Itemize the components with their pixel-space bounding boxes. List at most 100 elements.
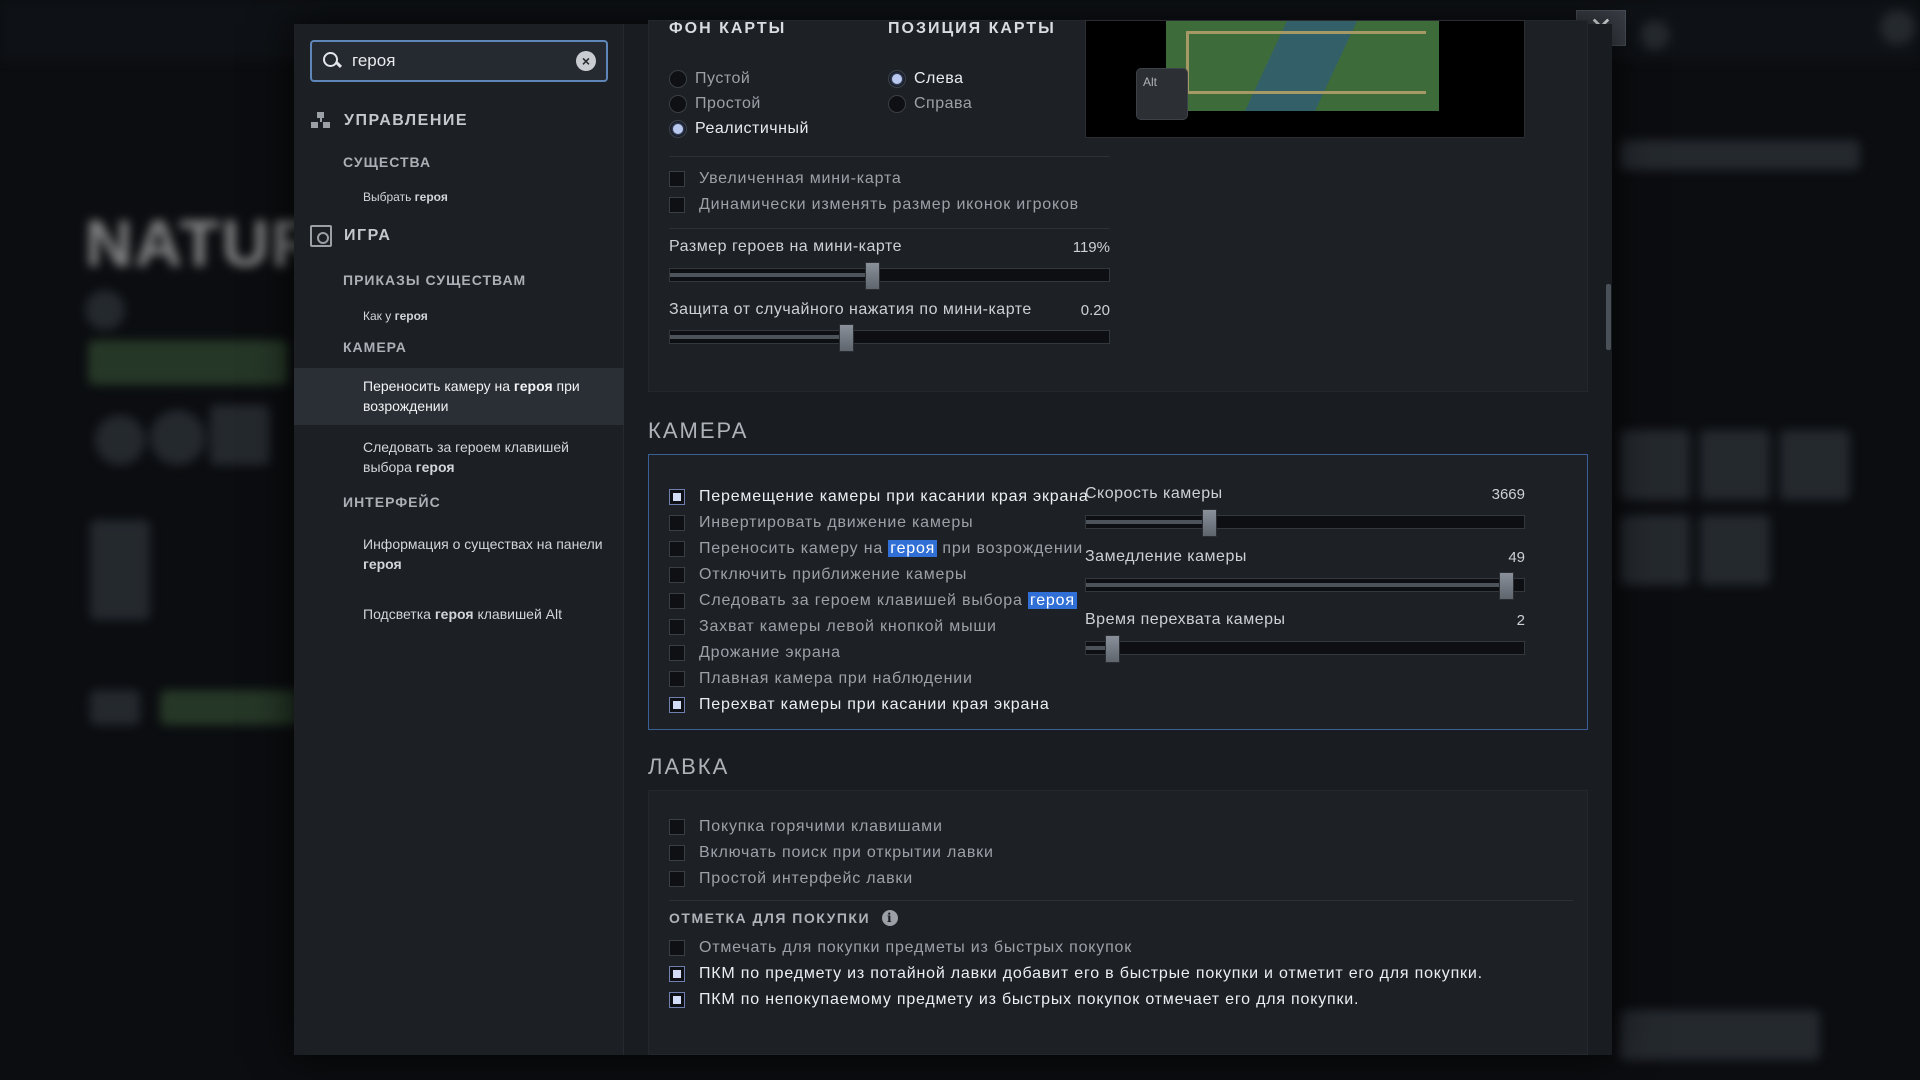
background-icon (1640, 20, 1670, 50)
slider-handle[interactable] (838, 324, 854, 352)
checkbox[interactable] (669, 541, 685, 557)
sidebar-subcategory-creatures[interactable]: СУЩЕСТВА (343, 154, 431, 170)
slider-hero-size[interactable] (669, 262, 1110, 290)
slider-misclick-protection[interactable] (669, 324, 1110, 352)
background-item (1620, 430, 1690, 500)
checkbox-edge-override[interactable]: Перехват камеры при касании края экрана (669, 696, 1050, 714)
slider-label: Скорость камеры (1085, 485, 1223, 502)
slider-camera-override-time[interactable] (1085, 635, 1525, 663)
shop-section-title: ЛАВКА (648, 754, 730, 779)
checkbox-smooth-camera[interactable]: Плавная камера при наблюдении (669, 670, 973, 688)
slider-camera-speed[interactable] (1085, 509, 1525, 537)
background-button (1620, 140, 1860, 170)
background-icon (95, 415, 145, 465)
sidebar-subcategory-camera[interactable]: КАМЕРА (343, 339, 407, 355)
radio-button[interactable] (888, 95, 906, 113)
checkbox[interactable] (669, 819, 685, 835)
radio-button[interactable] (669, 120, 687, 138)
checkbox[interactable] (669, 171, 685, 187)
settings-content: ФОН КАРТЫ ПОЗИЦИЯ КАРТЫ Пустой Простой Р… (624, 20, 1612, 1055)
checkbox-large-minimap[interactable]: Увеличенная мини-карта (669, 170, 902, 188)
sidebar-item-like-hero[interactable]: Как у героя (363, 306, 615, 326)
game-icon (310, 225, 332, 247)
content-scrollbar[interactable] (1606, 284, 1611, 350)
slider-value: 3669 (1491, 486, 1525, 503)
checkbox[interactable] (669, 845, 685, 861)
checkbox[interactable] (669, 197, 685, 213)
checkbox-rmb-unpurchasable[interactable]: ПКМ по непокупаемому предмету из быстрых… (669, 991, 1359, 1009)
checkbox[interactable] (669, 515, 685, 531)
background-item (1700, 515, 1770, 585)
sidebar-subcategory-interface[interactable]: ИНТЕРФЕЙС (343, 494, 441, 510)
checkbox-invert-camera[interactable]: Инвертировать движение камеры (669, 514, 973, 532)
radio-button[interactable] (669, 95, 687, 113)
slider-label: Размер героев на мини-карте (669, 238, 903, 255)
alt-key-icon: Alt (1136, 68, 1188, 120)
divider (669, 900, 1573, 901)
slider-handle[interactable] (1201, 509, 1217, 537)
checkbox[interactable] (669, 671, 685, 687)
checkbox[interactable] (669, 567, 685, 583)
slider-handle[interactable] (864, 262, 880, 290)
checkbox-search-on-open[interactable]: Включать поиск при открытии лавки (669, 844, 994, 862)
sidebar-item-unit-info[interactable]: Информация о существах на панели героя (363, 534, 615, 574)
sidebar-item-camera-respawn[interactable]: Переносить камеру на героя при возрожден… (363, 376, 615, 416)
checkbox[interactable] (669, 871, 685, 887)
map-background-title: ФОН КАРТЫ (669, 20, 787, 37)
checkbox-mark-quickbuy[interactable]: Отмечать для покупки предметы из быстрых… (669, 939, 1132, 957)
checkbox[interactable] (669, 645, 685, 661)
sidebar-item-select-hero[interactable]: Выбрать героя (363, 187, 615, 207)
checkbox[interactable] (669, 992, 685, 1008)
checkbox[interactable] (669, 619, 685, 635)
checkbox[interactable] (669, 940, 685, 956)
radio-map-simple[interactable]: Простой (669, 95, 761, 113)
checkbox-disable-zoom[interactable]: Отключить приближение камеры (669, 566, 967, 584)
checkbox-screen-shake[interactable]: Дрожание экрана (669, 644, 841, 662)
sidebar-category-label: УПРАВЛЕНИЕ (344, 112, 469, 129)
settings-dialog: × УПРАВЛЕНИЕ СУЩЕСТВА Выбрать героя ИГРА… (294, 20, 1612, 1055)
checkbox-dynamic-icons[interactable]: Динамически изменять размер иконок игрок… (669, 196, 1079, 214)
background-item (1780, 430, 1850, 500)
radio-button[interactable] (669, 70, 687, 88)
background-icon (210, 405, 270, 465)
settings-sidebar: × УПРАВЛЕНИЕ СУЩЕСТВА Выбрать героя ИГРА… (294, 24, 624, 1055)
checkbox-left-mouse-grab[interactable]: Захват камеры левой кнопкой мыши (669, 618, 997, 636)
search-input[interactable] (352, 51, 576, 71)
sidebar-item-hero-highlight[interactable]: Подсветка героя клавишей Alt (363, 604, 615, 624)
slider-handle[interactable] (1499, 572, 1515, 600)
background-item (1620, 515, 1690, 585)
checkbox-follow-hero[interactable]: Следовать за героем клавишей выбора геро… (669, 592, 1077, 610)
checkbox[interactable] (669, 966, 685, 982)
slider-value: 119% (1072, 239, 1110, 256)
slider-handle[interactable] (1105, 635, 1121, 663)
background-button (1620, 1010, 1820, 1060)
radio-map-left[interactable]: Слева (888, 70, 964, 88)
background-button (160, 690, 300, 725)
slider-label: Защита от случайного нажатия по мини-кар… (669, 301, 1032, 318)
radio-map-realistic[interactable]: Реалистичный (669, 120, 809, 138)
slider-camera-deceleration[interactable] (1085, 572, 1525, 600)
checkbox-simple-shop[interactable]: Простой интерфейс лавки (669, 870, 913, 888)
search-box[interactable]: × (310, 40, 608, 82)
radio-button[interactable] (888, 70, 906, 88)
sidebar-category-game[interactable]: ИГРА (310, 225, 391, 247)
checkbox-rmb-secret-shop[interactable]: ПКМ по предмету из потайной лавки добави… (669, 965, 1483, 983)
slider-label: Время перехвата камеры (1085, 611, 1286, 628)
checkbox[interactable] (669, 697, 685, 713)
radio-map-right[interactable]: Справа (888, 95, 972, 113)
sidebar-item-follow-hero[interactable]: Следовать за героем клавишей выбора геро… (363, 437, 615, 477)
checkbox[interactable] (669, 489, 685, 505)
radio-map-empty[interactable]: Пустой (669, 70, 750, 88)
sidebar-category-controls[interactable]: УПРАВЛЕНИЕ (310, 110, 468, 132)
sidebar-subcategory-unit-orders[interactable]: ПРИКАЗЫ СУЩЕСТВАМ (343, 272, 526, 288)
minimap-image (1166, 21, 1439, 111)
checkbox-edge-pan[interactable]: Перемещение камеры при касании края экра… (669, 488, 1089, 506)
clear-search-icon[interactable]: × (576, 51, 596, 71)
info-icon[interactable]: i (882, 910, 899, 926)
checkbox-hotkey-purchase[interactable]: Покупка горячими клавишами (669, 818, 943, 836)
checkbox[interactable] (669, 593, 685, 609)
background-icon (1880, 10, 1915, 45)
slider-value: 49 (1508, 549, 1525, 566)
background-button (90, 690, 140, 725)
checkbox-camera-respawn[interactable]: Переносить камеру на героя при возрожден… (669, 540, 1083, 558)
